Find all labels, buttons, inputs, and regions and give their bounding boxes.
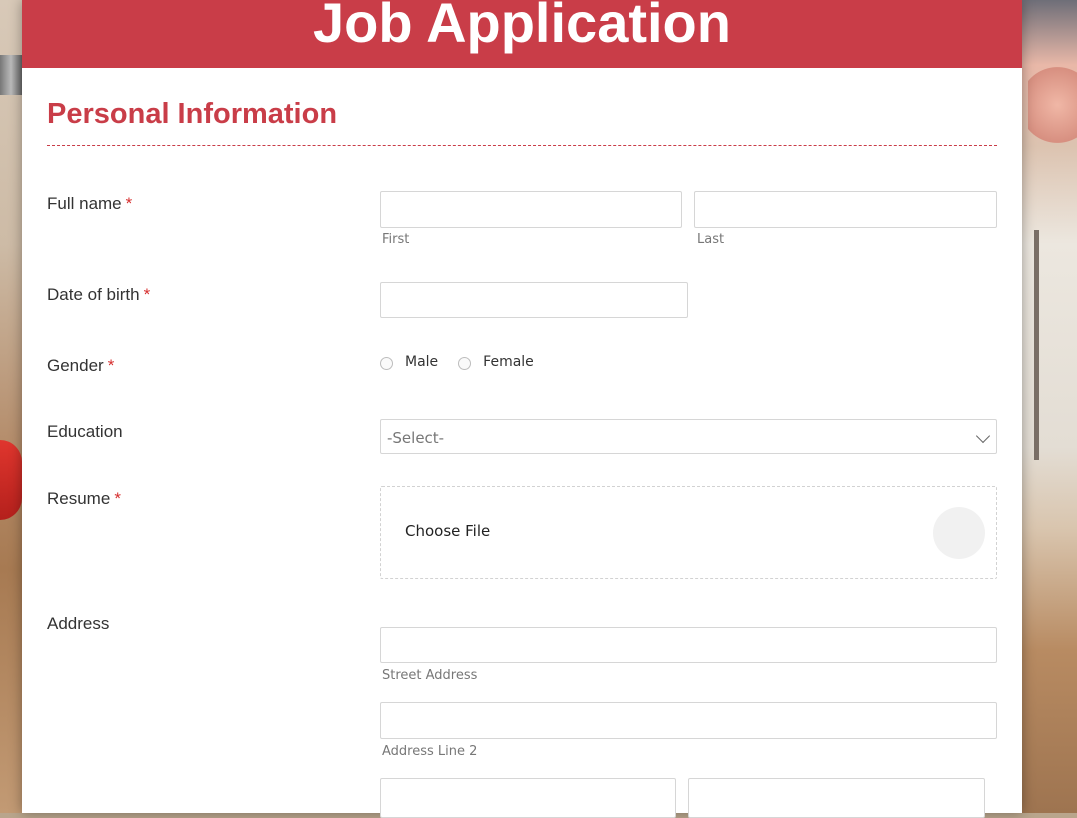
dob-label: Date of birth *: [47, 285, 150, 305]
first-name-input[interactable]: [380, 191, 682, 228]
gender-male-label[interactable]: Male: [405, 354, 438, 370]
dob-input[interactable]: [380, 282, 688, 318]
required-marker: *: [143, 285, 151, 304]
address-label: Address: [47, 614, 110, 633]
education-label: Education: [47, 422, 123, 441]
education-select[interactable]: -Select-: [380, 419, 997, 454]
form-header: Job Application: [22, 0, 1022, 68]
background-red-shoe: [0, 440, 22, 520]
gender-female-radio[interactable]: [458, 357, 472, 370]
address-line2-sublabel: Address Line 2: [382, 744, 478, 759]
last-name-sublabel: Last: [697, 232, 725, 247]
street-address-sublabel: Street Address: [382, 668, 478, 683]
state-input[interactable]: [688, 778, 985, 818]
gender-male-radio[interactable]: [380, 357, 393, 370]
choose-file-button[interactable]: Choose File: [405, 522, 490, 540]
education-selected-value: -Select-: [387, 429, 445, 447]
street-address-input[interactable]: [380, 627, 997, 663]
full-name-label-text: Full name: [47, 194, 122, 213]
resume-upload-area[interactable]: Choose File: [380, 486, 997, 579]
dob-label-text: Date of birth: [47, 285, 140, 304]
section-divider: [47, 145, 997, 146]
required-marker: *: [107, 356, 115, 375]
section-title: Personal Information: [47, 98, 338, 130]
required-marker: *: [114, 489, 121, 508]
upload-icon: [933, 507, 985, 559]
gender-label-text: Gender: [47, 356, 104, 375]
background-left: [0, 0, 22, 813]
form-card: Job Application Personal Information Ful…: [22, 0, 1022, 818]
background-watch: [0, 55, 22, 95]
background-chair: [1034, 230, 1077, 460]
background-hand: [1028, 60, 1077, 150]
city-input[interactable]: [380, 778, 676, 818]
last-name-input[interactable]: [694, 191, 997, 228]
first-name-sublabel: First: [382, 232, 410, 247]
resume-label: Resume *: [47, 489, 121, 509]
full-name-label: Full name *: [47, 194, 132, 214]
background-right: [1022, 0, 1077, 813]
gender-label: Gender *: [47, 356, 114, 376]
required-marker: *: [125, 194, 133, 213]
address-line2-input[interactable]: [380, 702, 997, 739]
gender-radio-group: Male Female: [380, 354, 554, 370]
resume-label-text: Resume: [47, 489, 111, 508]
gender-female-label[interactable]: Female: [483, 354, 534, 370]
chevron-down-icon: [975, 428, 991, 444]
form-title: Job Application: [313, 0, 731, 54]
